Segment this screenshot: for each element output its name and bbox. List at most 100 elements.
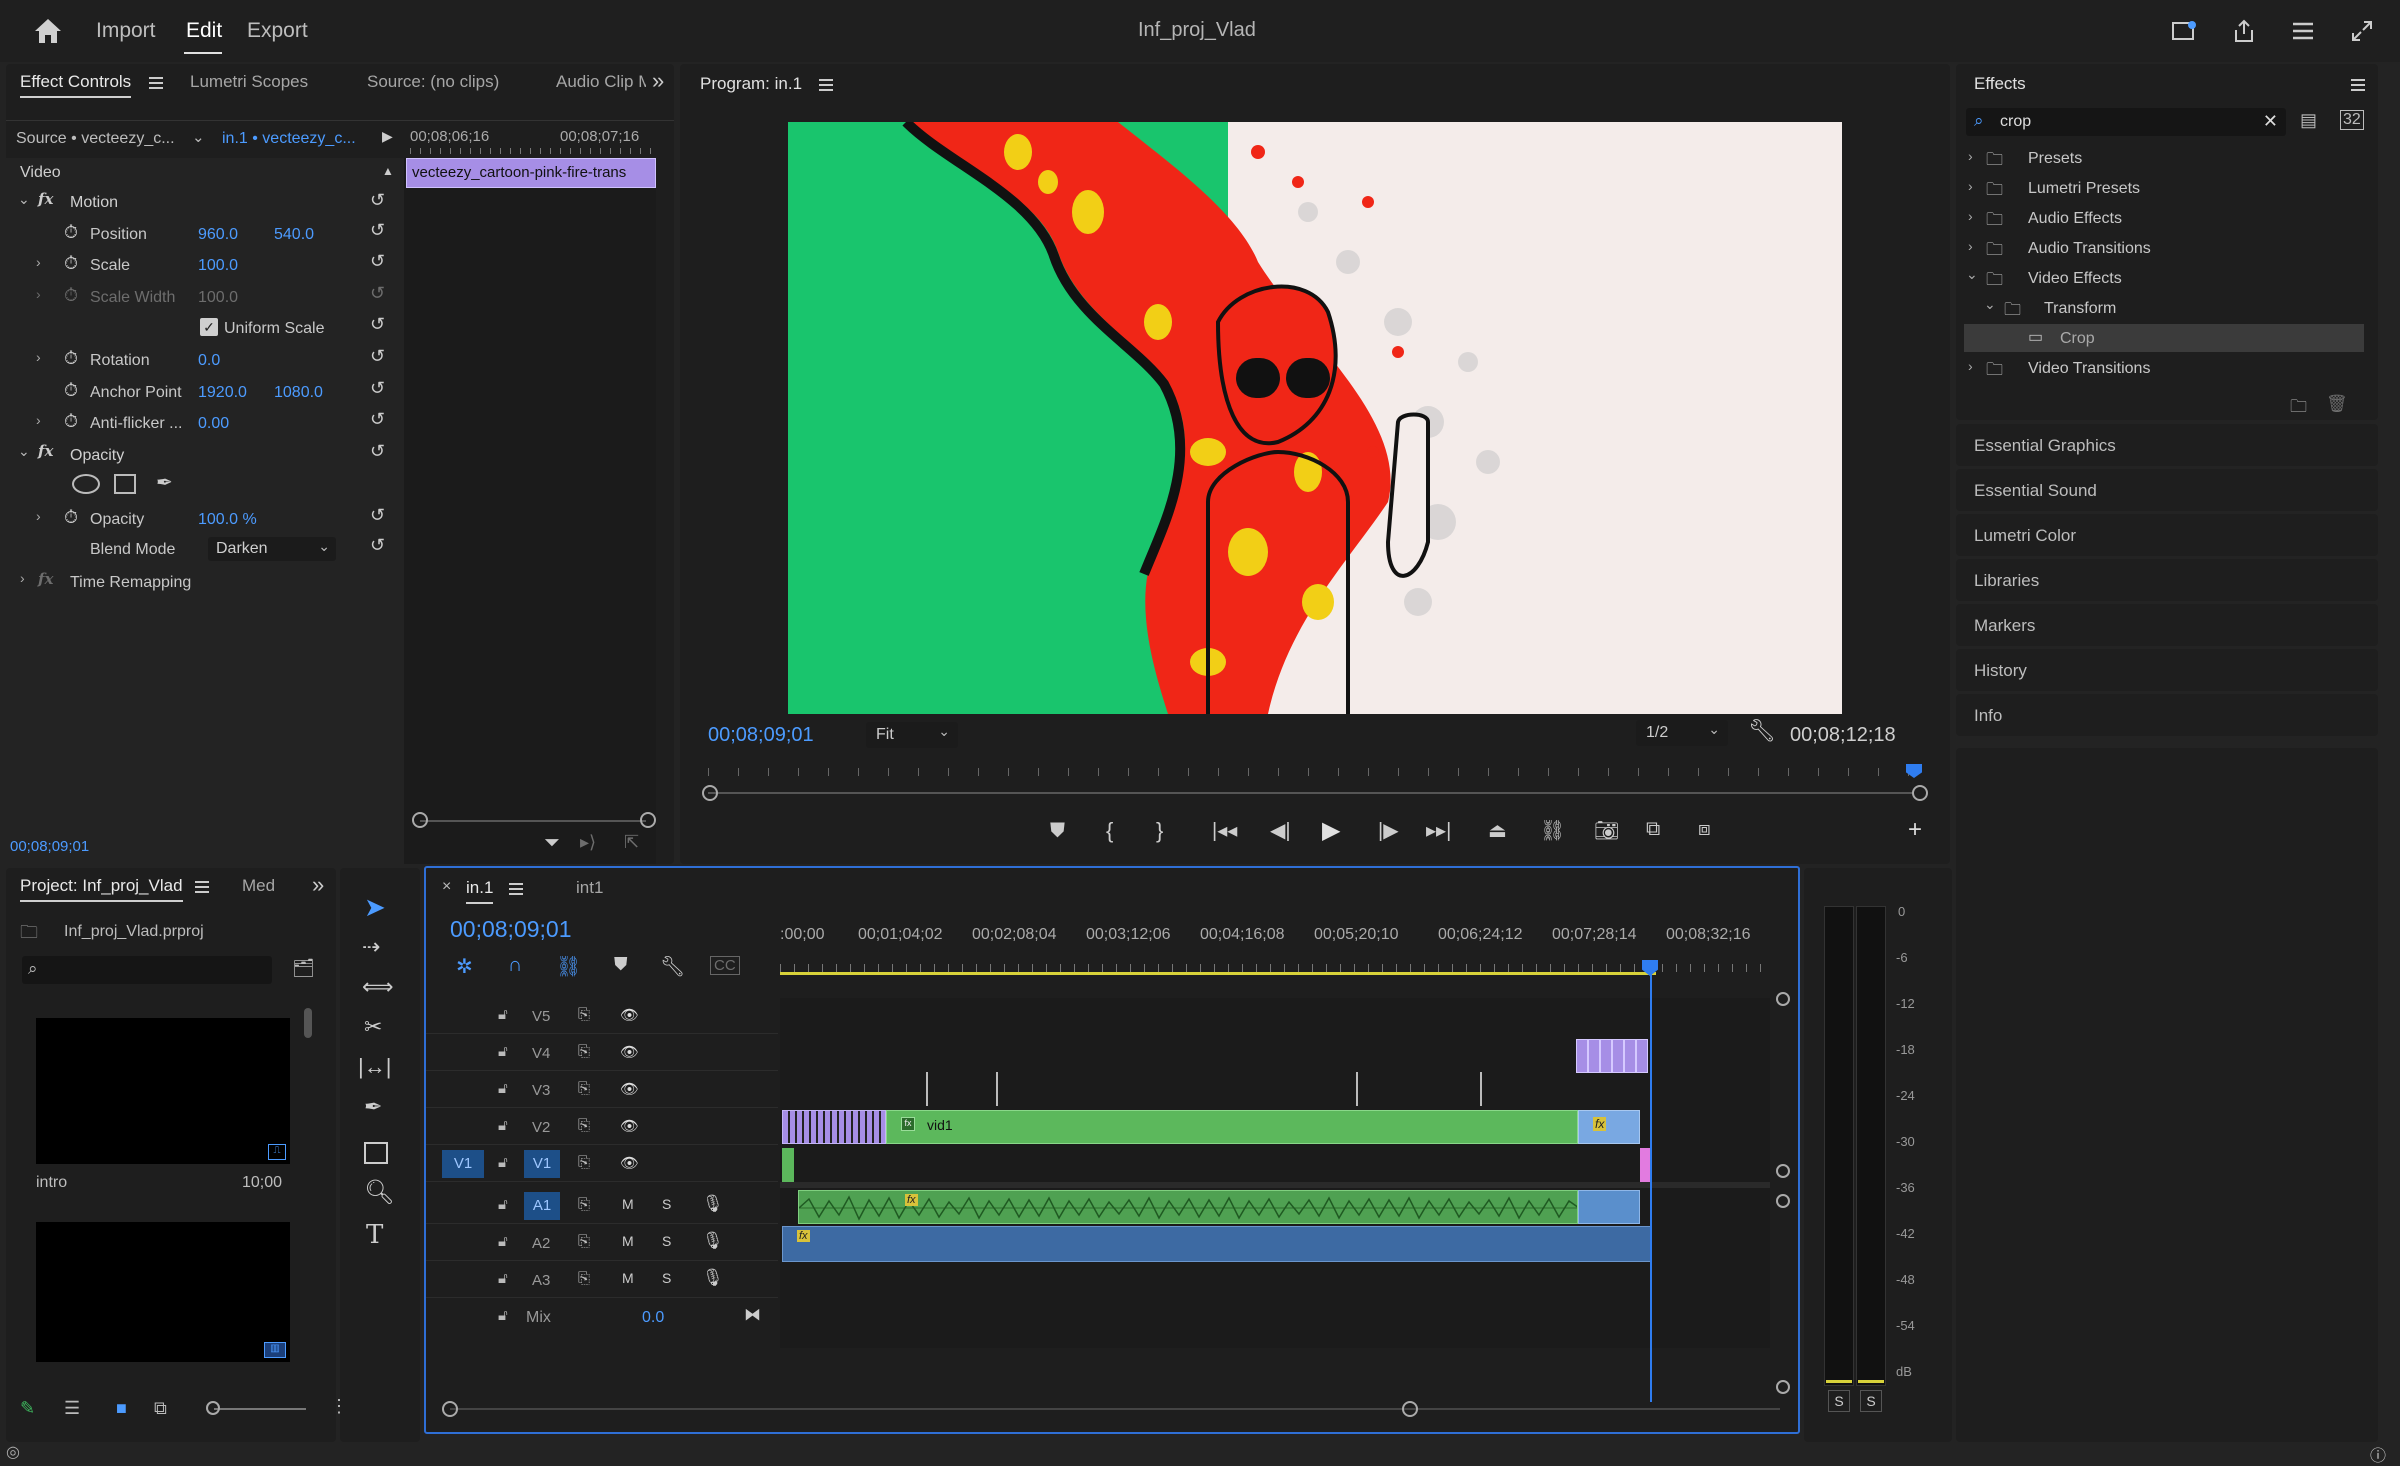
lock-icon[interactable]: 🔓︎ xyxy=(498,1154,508,1171)
motion-fx-icon[interactable]: fx xyxy=(38,190,53,208)
panel-lumetri-color[interactable]: Lumetri Color xyxy=(1956,514,2378,556)
rect-mask-icon[interactable] xyxy=(114,474,136,494)
program-title[interactable]: Program: in.1 xyxy=(700,74,802,94)
video-collapse-icon[interactable]: ▲ xyxy=(382,164,394,178)
panel-menu-icon[interactable] xyxy=(146,74,166,92)
zoom-tool-icon[interactable]: 🔍︎ xyxy=(364,1178,394,1207)
opacity-stopwatch-icon[interactable]: ⏱ xyxy=(64,507,78,528)
ec-source-dropdown-icon[interactable]: ⌄ xyxy=(192,128,205,146)
mark-in-icon[interactable]: { xyxy=(1106,818,1113,844)
go-to-in-icon[interactable]: |◂◂ xyxy=(1212,818,1237,843)
mix-value[interactable]: 0.0 xyxy=(642,1309,664,1327)
timeremap-expand-icon[interactable]: › xyxy=(20,570,25,586)
antiflicker-stopwatch-icon[interactable]: ⏱ xyxy=(64,411,78,432)
lock-icon[interactable]: 🔓︎ xyxy=(498,1196,508,1213)
clear-search-icon[interactable]: ✕ xyxy=(2263,111,2278,132)
sync-lock-icon[interactable]: ⎘ xyxy=(578,1006,590,1023)
project-menu-icon[interactable] xyxy=(192,878,212,896)
tab-sequence-in1[interactable]: in.1 xyxy=(466,878,494,904)
tree-audio-transitions[interactable]: › 🗀︎ Audio Transitions xyxy=(1964,234,2364,262)
opacity-fx-icon[interactable]: fx xyxy=(38,442,53,460)
eye-icon[interactable]: 👁︎ xyxy=(620,1154,639,1172)
tab-source[interactable]: Source: (no clips) xyxy=(367,72,499,92)
audio-vscroll-top-handle[interactable] xyxy=(1776,1194,1790,1208)
tree-transform[interactable]: ⌄ 🗀︎ Transform xyxy=(1964,294,2364,322)
anchor-y-value[interactable]: 1080.0 xyxy=(274,384,323,402)
panel-essential-graphics[interactable]: Essential Graphics xyxy=(1956,424,2378,466)
motion-expand-icon[interactable]: ⌄ xyxy=(18,191,30,208)
sync-lock-icon[interactable]: ⎘ xyxy=(578,1080,590,1097)
mute-icon[interactable]: M xyxy=(622,1270,634,1286)
mute-icon[interactable]: M xyxy=(622,1233,634,1249)
type-tool-icon[interactable]: T xyxy=(366,1220,383,1250)
position-reset-icon[interactable]: ↺ xyxy=(370,220,385,241)
ec-sequence-label[interactable]: in.1 • vecteezy_c... xyxy=(222,130,356,148)
timeline-hscroll-track[interactable] xyxy=(450,1408,1780,1410)
close-sequence-icon[interactable]: × xyxy=(442,878,451,896)
thumbnail-size-slider[interactable] xyxy=(214,1408,306,1410)
v1-clip-start[interactable] xyxy=(782,1148,794,1182)
32bit-filter-icon[interactable]: 32 xyxy=(2340,110,2364,130)
audio-vscroll-bottom-handle[interactable] xyxy=(1776,1380,1790,1394)
rotation-value[interactable]: 0.0 xyxy=(198,352,220,370)
tab-effect-controls[interactable]: Effect Controls xyxy=(20,72,132,98)
antiflicker-reset-icon[interactable]: ↺ xyxy=(370,409,385,430)
tab-audio-clip-mixer[interactable]: Audio Clip M xyxy=(556,72,646,92)
scale-reset-icon[interactable]: ↺ xyxy=(370,251,385,272)
sync-lock-icon[interactable]: ⎘ xyxy=(578,1043,590,1060)
tree-audio-effects[interactable]: › 🗀︎ Audio Effects xyxy=(1964,204,2364,232)
video-vscroll-bottom-handle[interactable] xyxy=(1776,1164,1790,1178)
insert-icon[interactable]: ⧉ xyxy=(1646,818,1660,841)
lock-icon[interactable]: 🔓︎ xyxy=(498,1233,508,1250)
lock-icon[interactable]: 🔓︎ xyxy=(498,1043,508,1060)
tree-crop[interactable]: ▭ Crop xyxy=(1964,324,2364,352)
eye-icon[interactable]: 👁︎ xyxy=(620,1117,639,1135)
scale-expand-icon[interactable]: › xyxy=(36,254,41,270)
track-target-a1[interactable]: A1 xyxy=(524,1192,560,1220)
a1-audio-clip-end[interactable] xyxy=(1578,1190,1640,1224)
background-tasks-icon[interactable]: ◎ xyxy=(6,1442,20,1462)
lock-icon[interactable]: 🔓︎ xyxy=(498,1270,508,1287)
mute-icon[interactable]: M xyxy=(622,1196,634,1212)
program-timecode[interactable]: 00;08;09;01 xyxy=(708,724,814,747)
timeline-timecode[interactable]: 00;08;09;01 xyxy=(450,916,572,943)
new-item-pencil-icon[interactable]: ✎ xyxy=(20,1398,35,1419)
blend-mode-dropdown[interactable]: Darken ⌄ xyxy=(208,537,336,561)
eye-icon[interactable]: 👁︎ xyxy=(620,1043,639,1061)
sync-lock-icon[interactable]: ⎘ xyxy=(578,1270,590,1287)
add-marker-icon[interactable]: ⛊ xyxy=(1050,820,1065,843)
tab-lumetri-scopes[interactable]: Lumetri Scopes xyxy=(190,72,308,92)
step-forward-icon[interactable]: |▶ xyxy=(1378,818,1399,843)
timeline-settings-icon[interactable]: 🔧︎ xyxy=(660,954,685,979)
tree-video-effects[interactable]: ⌄ 🗀︎ Video Effects xyxy=(1964,264,2364,292)
slip-tool-icon[interactable]: |↔| xyxy=(358,1054,391,1080)
timeline-hscroll-end-handle[interactable] xyxy=(1402,1401,1418,1417)
razor-tool-icon[interactable]: ✂ xyxy=(364,1014,382,1040)
program-scrub-start-handle[interactable] xyxy=(702,785,718,801)
settings-wrench-icon[interactable]: 🔧︎ xyxy=(1748,718,1776,744)
voiceover-mic-icon[interactable]: 🎙︎ xyxy=(702,1268,724,1288)
tree-video-transitions[interactable]: › 🗀︎ Video Transitions xyxy=(1964,354,2364,382)
effects-search-box[interactable]: ⌕ crop ✕ xyxy=(1966,108,2286,136)
comparison-view-icon[interactable]: ⧈ xyxy=(1698,818,1711,841)
ec-loop-icon[interactable]: ▸⟩ xyxy=(580,832,596,853)
fullscreen-icon[interactable] xyxy=(2348,18,2376,44)
timeline-ruler-right[interactable]: 00;06;24;12 00;07;28;14 00;08;32;16 xyxy=(1438,908,1764,964)
rotation-expand-icon[interactable]: › xyxy=(36,349,41,365)
solo-icon[interactable]: S xyxy=(662,1233,671,1249)
freeform-view-icon[interactable]: ⧉ xyxy=(154,1398,167,1419)
sync-lock-icon[interactable]: ⎘ xyxy=(578,1154,590,1171)
ripple-edit-tool-icon[interactable]: ⟺ xyxy=(362,974,394,1000)
v2-clip-vid1[interactable]: fx vid1 xyxy=(886,1110,1578,1144)
a1-audio-clip[interactable]: fx xyxy=(798,1190,1578,1224)
pen-mask-icon[interactable]: ✒ xyxy=(156,470,173,495)
lock-icon[interactable]: 🔓︎ xyxy=(498,1080,508,1097)
program-scrub-track[interactable] xyxy=(708,792,1914,794)
captions-icon[interactable]: CC xyxy=(710,956,740,975)
track-target-v1[interactable]: V1 xyxy=(524,1150,560,1178)
thumbnail-size-handle[interactable] xyxy=(206,1401,220,1415)
panel-markers[interactable]: Markers xyxy=(1956,604,2378,646)
tree-presets[interactable]: › 🗀︎ Presets xyxy=(1964,144,2364,172)
project-scrollbar[interactable] xyxy=(304,1008,312,1038)
v2-clip-end[interactable]: fx xyxy=(1578,1110,1640,1144)
